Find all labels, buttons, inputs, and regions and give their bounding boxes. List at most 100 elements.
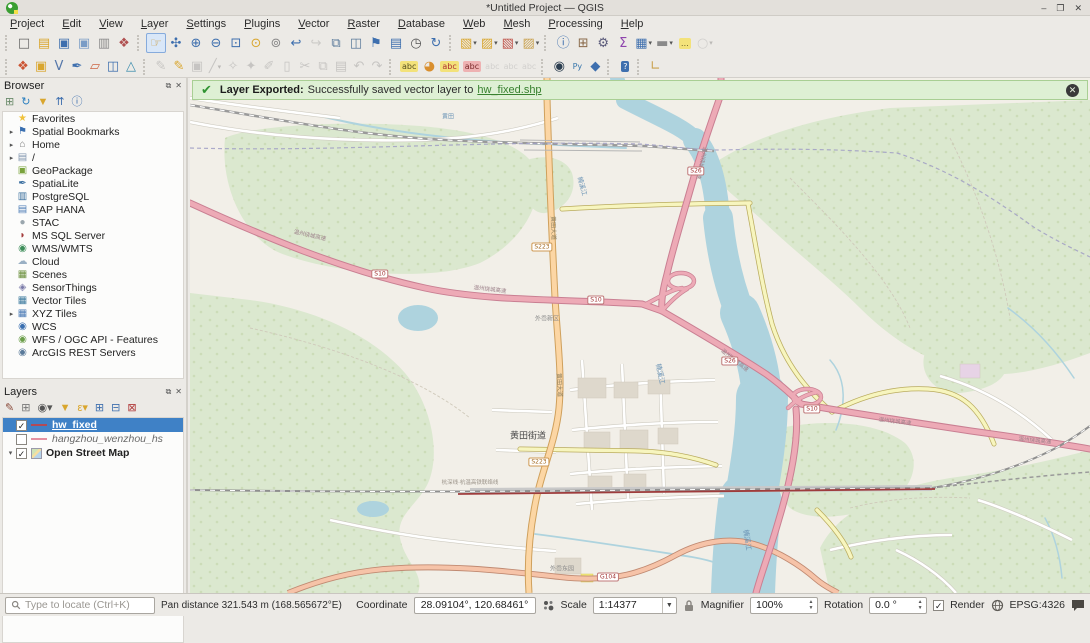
float-panel-button[interactable]: ⧉ — [166, 387, 172, 397]
save-project-button[interactable]: ▣ — [54, 33, 74, 53]
browser-item-home[interactable]: ▸⌂Home — [3, 138, 183, 151]
temporal-controller-button[interactable]: ◷ — [406, 33, 426, 53]
browser-item-sensorthings[interactable]: ◈SensorThings — [3, 281, 183, 294]
lock-scale-icon[interactable] — [683, 599, 695, 612]
new-shapefile-layer-button[interactable]: V — [50, 58, 68, 76]
new-map-view-button[interactable]: ⧉ — [326, 33, 346, 53]
close-panel-button[interactable]: ✕ — [175, 387, 182, 397]
browser-item-spatialite[interactable]: ✒SpatiaLite — [3, 177, 183, 190]
remove-layer-icon[interactable]: ⊠ — [127, 403, 136, 414]
menu-settings[interactable]: Settings — [186, 18, 226, 30]
python-console-button[interactable]: Py — [568, 58, 586, 76]
layer-labeling-button[interactable]: abc — [398, 58, 420, 76]
toolbar-handle[interactable] — [137, 35, 143, 51]
coordinate-field[interactable]: 28.09104°, 120.68461° — [414, 597, 536, 614]
open-attribute-table-button[interactable]: ▦▾ — [633, 33, 654, 53]
menu-edit[interactable]: Edit — [62, 18, 81, 30]
rotation-spin-buttons[interactable]: ▲▼ — [915, 599, 925, 612]
expand-arrow-icon[interactable]: ▾ — [6, 449, 15, 457]
menu-layer[interactable]: Layer — [141, 18, 169, 30]
pan-to-selection-button[interactable]: ✣ — [166, 33, 186, 53]
layer-item-hangzhou-wenzhou-hs[interactable]: hangzhou_wenzhou_hs — [3, 432, 183, 446]
browser-item-ms-sql-server[interactable]: ◗MS SQL Server — [3, 229, 183, 242]
show-spatial-bookmarks-button[interactable]: ▤ — [386, 33, 406, 53]
layer-visibility-checkbox[interactable]: ✓ — [16, 448, 27, 459]
zoom-out-button[interactable]: ⊖ — [206, 33, 226, 53]
new-spatialite-layer-button[interactable]: ✒ — [68, 58, 86, 76]
select-features-by-value-dropdown-arrow[interactable]: ▾ — [494, 39, 498, 47]
layer-diagram-button[interactable]: ◕ — [420, 58, 438, 76]
show-layout-manager-button[interactable]: ▥ — [94, 33, 114, 53]
expand-arrow-icon[interactable]: ▸ — [7, 310, 16, 318]
close-panel-button[interactable]: ✕ — [175, 81, 182, 91]
new-virtual-layer-button[interactable]: ◫ — [104, 58, 122, 76]
browser-item-geopackage[interactable]: ▣GeoPackage — [3, 164, 183, 177]
toolbar-handle[interactable] — [449, 35, 455, 51]
toolbar-handle[interactable] — [607, 59, 613, 75]
close-button[interactable]: ✕ — [1074, 1, 1082, 15]
toolbar-handle[interactable] — [544, 35, 550, 51]
menu-vector[interactable]: Vector — [298, 18, 329, 30]
select-features-button[interactable]: ▧▾ — [458, 33, 479, 53]
menu-processing[interactable]: Processing — [548, 18, 602, 30]
pan-map-button[interactable]: ☞ — [146, 33, 166, 53]
menu-mesh[interactable]: Mesh — [503, 18, 530, 30]
zoom-full-extent-button[interactable]: ⊡ — [226, 33, 246, 53]
advanced-digitizing-button[interactable]: ∟ — [646, 58, 664, 76]
browser-item-favorites[interactable]: ★Favorites — [3, 112, 183, 125]
minimize-button[interactable]: – — [1041, 1, 1046, 15]
statistical-summary-button[interactable]: Σ — [613, 33, 633, 53]
data-source-manager-button[interactable]: ❖ — [14, 58, 32, 76]
browser-item-postgresql[interactable]: ▥PostgreSQL — [3, 190, 183, 203]
collapse-all-layers-icon[interactable]: ⊟ — [111, 403, 120, 414]
extents-toggle-icon[interactable] — [542, 599, 555, 612]
locator-input[interactable]: Type to locate (Ctrl+K) — [5, 597, 155, 614]
filter-legend-icon[interactable]: ▼ — [60, 403, 71, 414]
new-project-button[interactable]: □ — [14, 33, 34, 53]
select-features-dropdown-arrow[interactable]: ▾ — [473, 39, 477, 47]
measure-button[interactable]: ▬▾ — [654, 33, 675, 53]
expand-arrow-icon[interactable]: ▸ — [7, 141, 16, 149]
expand-all-layers-icon[interactable]: ⊞ — [95, 403, 104, 414]
collapse-all-icon[interactable]: ⇈ — [55, 97, 64, 108]
browser-item-sap-hana[interactable]: ▤SAP HANA — [3, 203, 183, 216]
style-manager-button[interactable]: ❖ — [114, 33, 134, 53]
expand-arrow-icon[interactable]: ▸ — [7, 154, 16, 162]
add-group-icon[interactable]: ⊞ — [21, 403, 30, 414]
browser-item-vector-tiles[interactable]: ▦Vector Tiles — [3, 294, 183, 307]
plugin-manager-button[interactable]: ◆ — [586, 58, 604, 76]
menu-help[interactable]: Help — [621, 18, 644, 30]
expand-arrow-icon[interactable]: ▸ — [7, 128, 16, 136]
toolbar-handle[interactable] — [637, 59, 643, 75]
browser-item-cloud[interactable]: ☁Cloud — [3, 255, 183, 268]
float-panel-button[interactable]: ⧉ — [166, 81, 172, 91]
menu-plugins[interactable]: Plugins — [244, 18, 280, 30]
zoom-to-layer-button[interactable]: ⊚ — [266, 33, 286, 53]
browser-properties-icon[interactable]: ⓘ — [72, 97, 83, 108]
new-geopackage-layer-button[interactable]: ▣ — [32, 58, 50, 76]
new-gpx-layer-button[interactable]: ▱ — [86, 58, 104, 76]
open-layer-styling-icon[interactable]: ✎ — [5, 403, 14, 414]
zoom-last-button[interactable]: ↩ — [286, 33, 306, 53]
crs-globe-icon[interactable] — [991, 599, 1004, 612]
toolbar-handle[interactable] — [389, 59, 395, 75]
refresh-map-button[interactable]: ↻ — [426, 33, 446, 53]
scale-combobox[interactable]: 1:14377 ▼ — [593, 597, 677, 614]
highlight-pinned-labels-button[interactable]: abc — [438, 58, 460, 76]
maximize-button[interactable]: ❐ — [1056, 1, 1064, 15]
browser-item-wms-wmts[interactable]: ◉WMS/WMTS — [3, 242, 183, 255]
refresh-browser-icon[interactable]: ↻ — [21, 97, 30, 108]
layer-visibility-checkbox[interactable] — [16, 434, 27, 445]
browser-item-wcs[interactable]: ◉WCS — [3, 320, 183, 333]
change-label-button[interactable]: abc — [461, 58, 483, 76]
messages-bubble-icon[interactable] — [1071, 599, 1085, 612]
save-project-as-button[interactable]: ▣ — [74, 33, 94, 53]
filter-by-expression-icon[interactable]: ε▾ — [77, 403, 87, 414]
toolbar-handle[interactable] — [5, 35, 11, 51]
browser-item-arcgis-rest-servers[interactable]: ◉ArcGIS REST Servers — [3, 346, 183, 359]
new-mesh-layer-button[interactable]: △ — [122, 58, 140, 76]
exported-file-link[interactable]: hw_fixed.shp — [477, 84, 541, 96]
map-tips-button[interactable]: … — [675, 33, 695, 53]
layer-item-hw-fixed[interactable]: ✓hw_fixed — [3, 418, 183, 432]
deselect-features-button[interactable]: ▧▾ — [500, 33, 521, 53]
